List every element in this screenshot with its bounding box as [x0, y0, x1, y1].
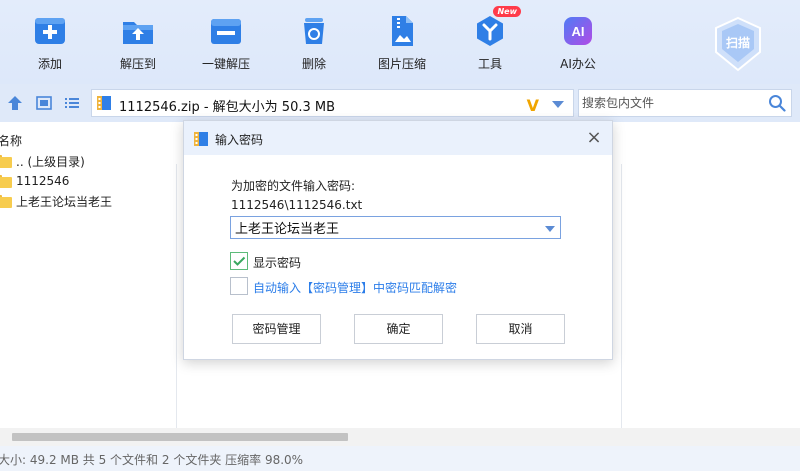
list-view-icon[interactable]: [64, 95, 80, 111]
delete-label: 删除: [301, 57, 326, 71]
search-icon[interactable]: [768, 94, 786, 112]
password-dialog: 输入密码 × 为加密的文件输入密码: 1112546\1112546.txt 显…: [183, 120, 613, 360]
delete-button[interactable]: 删除: [279, 14, 349, 72]
delete-icon: [297, 14, 331, 48]
ok-button[interactable]: 确定: [354, 314, 443, 344]
tools-label: 工具: [477, 57, 502, 71]
auto-input-label[interactable]: 自动输入【密码管理】中密码匹配解密: [253, 279, 457, 296]
scan-button[interactable]: 扫描: [712, 16, 764, 72]
show-password-label[interactable]: 显示密码: [253, 254, 301, 271]
list-item-name: 上老王论坛当老王: [16, 194, 113, 209]
thumbnail-view-icon[interactable]: [36, 95, 52, 111]
path-dropdown-icon[interactable]: [552, 101, 564, 108]
dialog-title: 输入密码: [215, 133, 264, 147]
scrollbar-thumb[interactable]: [12, 433, 348, 441]
folder-icon: [0, 194, 12, 208]
folder-icon: [0, 154, 12, 168]
up-arrow-icon[interactable]: [7, 95, 23, 111]
path-field[interactable]: 1112546.zip - 解包大小为 50.3 MB V: [91, 89, 574, 117]
password-manager-button[interactable]: 密码管理: [232, 314, 321, 344]
scan-label: 扫描: [726, 35, 750, 50]
search-box[interactable]: [578, 89, 792, 117]
toolbar: 添加 解压到 一键解压 删除 图片压缩 New 工具 AI AI办公 扫描: [0, 0, 800, 84]
close-icon[interactable]: ×: [584, 128, 604, 148]
horizontal-scrollbar[interactable]: [0, 428, 800, 446]
search-input[interactable]: [582, 94, 762, 112]
vip-logo-icon[interactable]: V: [527, 96, 539, 115]
image-compress-icon: [385, 14, 419, 48]
ai-office-button[interactable]: AI AI办公: [543, 14, 613, 72]
one-click-extract-label: 一键解压: [201, 57, 250, 71]
add-label: 添加: [37, 57, 62, 71]
cancel-button[interactable]: 取消: [476, 314, 565, 344]
zip-file-icon: [193, 131, 209, 147]
auto-input-checkbox[interactable]: [230, 277, 248, 295]
column-header-name[interactable]: 名称: [0, 132, 22, 149]
password-prompt: 为加密的文件输入密码:: [231, 179, 356, 193]
one-click-extract-icon: [209, 14, 243, 48]
password-combo[interactable]: [230, 216, 561, 239]
list-item-name: 1112546: [16, 174, 70, 188]
extract-to-icon: [121, 14, 155, 48]
extract-to-label: 解压到: [119, 57, 156, 71]
list-item-name: .. (上级目录): [16, 154, 85, 169]
list-item[interactable]: .. (上级目录): [0, 151, 85, 171]
show-password-checkbox[interactable]: [230, 252, 248, 270]
address-bar: 1112546.zip - 解包大小为 50.3 MB V: [0, 84, 800, 122]
password-dropdown-icon[interactable]: [545, 226, 555, 232]
password-input[interactable]: [235, 219, 535, 236]
ai-office-icon: AI: [561, 14, 595, 48]
status-bar: 大小: 49.2 MB 共 5 个文件和 2 个文件夹 压缩率 98.0%: [0, 446, 800, 471]
checkmark-icon: [233, 256, 246, 266]
image-compress-label: 图片压缩: [377, 57, 426, 71]
image-compress-button[interactable]: 图片压缩: [367, 14, 437, 72]
status-text: 大小: 49.2 MB 共 5 个文件和 2 个文件夹 压缩率 98.0%: [0, 453, 304, 467]
dialog-title-bar[interactable]: 输入密码 ×: [184, 121, 612, 155]
encrypted-filename: 1112546\1112546.txt: [231, 198, 363, 212]
list-item[interactable]: 上老王论坛当老王: [0, 191, 112, 211]
zip-file-icon: [96, 95, 112, 111]
ai-office-label: AI办公: [560, 57, 596, 71]
one-click-extract-button[interactable]: 一键解压: [191, 14, 261, 72]
add-button[interactable]: 添加: [15, 14, 85, 72]
tools-icon: New: [473, 6, 521, 48]
add-icon: [33, 14, 67, 48]
extract-to-button[interactable]: 解压到: [103, 14, 173, 72]
folder-icon: [0, 174, 12, 188]
tools-button[interactable]: New 工具: [455, 6, 525, 72]
list-item[interactable]: 1112546: [0, 171, 69, 191]
ai-glyph: AI: [572, 24, 585, 39]
new-badge: New: [493, 6, 521, 17]
path-text: 1112546.zip - 解包大小为 50.3 MB: [119, 100, 336, 115]
